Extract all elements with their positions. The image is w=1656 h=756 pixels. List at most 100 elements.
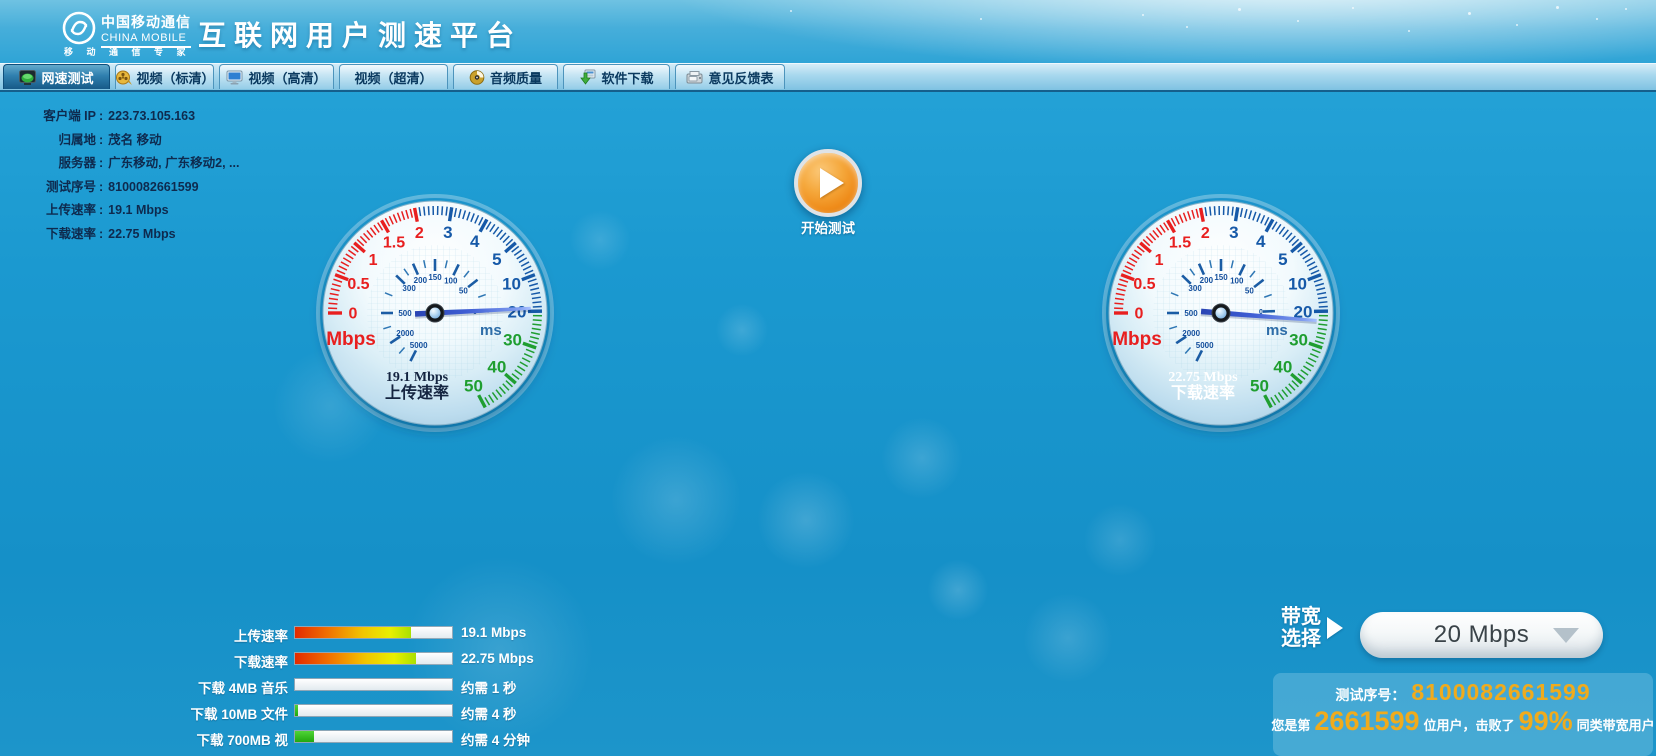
tab-audio-quality[interactable]: 音频质量: [453, 64, 558, 89]
progress-fill: [295, 653, 416, 664]
gauge-mbps-tick-label: 2: [415, 225, 424, 242]
logo-slogan: 移动通信专家: [64, 45, 199, 58]
progress-bar: [294, 652, 453, 665]
gauge-ms-tick-label: 5000: [1196, 341, 1214, 350]
info-colon: :: [96, 109, 108, 123]
sparkle-dot: [1352, 7, 1354, 9]
gauge-ms-tick-label: 500: [398, 309, 412, 318]
sparkle-dot: [980, 18, 982, 20]
page-title: 互联网用户测速平台: [198, 14, 522, 54]
progress-value: 19.1 Mbps: [461, 625, 526, 640]
gauge-mbps-tick-label: 50: [464, 376, 483, 395]
gauge-mbps-tick-label: 4: [470, 232, 480, 251]
tab-label: 视频（超清）: [354, 68, 432, 87]
rank-middle: 位用户，击败了: [1424, 715, 1515, 734]
gauge-ms-unit-label: ms: [480, 322, 502, 339]
feedback-icon: [686, 70, 703, 85]
progress-row: 上传速率 19.1 Mbps: [0, 623, 620, 643]
tab-label: 意见反馈表: [708, 68, 773, 87]
tab-video-hd[interactable]: 视频（高清）: [219, 64, 334, 89]
gauge-mbps-tick-label: 0: [349, 306, 358, 323]
progress-label: 上传速率: [0, 625, 288, 645]
gauge-mbps-tick-label: 1: [1155, 252, 1164, 269]
gauge-mbps-tick-label: 0: [1135, 306, 1144, 323]
gauge-mbps-tick-label: 4: [1256, 232, 1266, 251]
gauge-mbps-tick-label: 30: [503, 331, 522, 350]
gauge-ms-tick-label: 100: [444, 276, 458, 285]
gauge-mbps-tick-label: 5: [1278, 250, 1287, 269]
sparkle-dot: [1468, 12, 1471, 15]
client-info-panel: 客户端 IP:223.73.105.163归属地:茂名 移动服务器:广东移动, …: [10, 105, 239, 247]
logo-text: 中国移动通信 CHINA MOBILE: [101, 12, 191, 48]
gauge-unit-label: Mbps: [1112, 329, 1162, 350]
gauge-ms-tick-label: 300: [402, 284, 416, 293]
bandwidth-label-line1: 带宽: [1281, 606, 1321, 628]
progress-value: 约需 4 分钟: [461, 729, 530, 749]
gauge-mbps-tick-label: 40: [1273, 358, 1292, 377]
bokeh-circle: [1084, 504, 1156, 576]
info-row: 归属地:茂名 移动: [10, 129, 239, 148]
gauge-ms-tick-label: 2000: [396, 329, 414, 338]
gauge-unit-label: Mbps: [326, 329, 376, 350]
info-colon: :: [96, 203, 108, 217]
serial-value: 8100082661599: [1411, 679, 1590, 706]
bandwidth-select[interactable]: 20 Mbps: [1360, 612, 1603, 658]
sparkle-dot: [1556, 6, 1559, 9]
tab-bar: 网速测试 视频（标清）视频（高清） 视频（超清） 音频质量 软件下载 意见反馈表: [0, 63, 1656, 92]
gauge-caption: 上传速率: [385, 383, 449, 402]
rank-prefix: 您是第: [1271, 715, 1310, 734]
progress-value: 22.75 Mbps: [461, 651, 534, 666]
progress-bar: [294, 730, 453, 743]
speed-test-page: 中国移动通信 CHINA MOBILE 移动通信专家 互联网用户测速平台 网速测…: [0, 0, 1656, 756]
start-test-button[interactable]: [794, 149, 862, 217]
bandwidth-arrow-icon: [1327, 617, 1343, 639]
info-value: 8100082661599: [108, 180, 198, 194]
bokeh-circle: [612, 436, 740, 564]
monitor-icon: [226, 70, 243, 85]
tab-label: 软件下载: [601, 68, 653, 87]
gauge-caption: 下载速率: [1171, 383, 1235, 402]
progress-fill: [295, 705, 298, 716]
tab-video-sd[interactable]: 视频（标清）: [115, 64, 214, 89]
progress-row: 下载 700MB 视约需 4 分钟: [0, 727, 620, 747]
progress-bar: [294, 678, 453, 691]
tab-software-download[interactable]: 软件下载: [563, 64, 670, 89]
gauge-mbps-tick-label: 30: [1289, 331, 1308, 350]
progress-label: 下载 10MB 文件: [0, 703, 288, 723]
gauge-mbps-tick-label: 1.5: [1169, 235, 1191, 252]
info-label: 归属地: [10, 129, 96, 148]
gauge-mbps-tick-label: 40: [487, 358, 506, 377]
bokeh-circle: [1024, 594, 1112, 682]
info-label: 服务器: [10, 152, 96, 171]
tab-speed-test[interactable]: 网速测试: [3, 64, 110, 89]
progress-label: 下载 4MB 音乐: [0, 677, 288, 697]
tab-feedback[interactable]: 意见反馈表: [675, 64, 785, 89]
sparkle-dot: [1238, 8, 1241, 11]
bokeh-circle: [882, 418, 962, 498]
tab-label: 视频（标清）: [137, 68, 215, 87]
gauge-mbps-tick-label: 1: [369, 252, 378, 269]
gauge-mbps-tick-label: 3: [443, 223, 452, 242]
audio-icon: [469, 70, 485, 85]
gauge-ms-tick-label: 2000: [1182, 329, 1200, 338]
progress-value: 约需 1 秒: [461, 677, 517, 697]
info-row: 服务器:广东移动, 广东移动2, ...: [10, 152, 239, 171]
gauge-mbps-tick-label: 1.5: [383, 235, 405, 252]
info-value: 22.75 Mbps: [108, 227, 175, 241]
progress-row: 下载速率22.75 Mbps: [0, 649, 620, 669]
progress-bar: [294, 626, 453, 639]
progress-row: 下载 10MB 文件约需 4 秒: [0, 701, 620, 721]
gauge-mbps-tick-label: 2: [1201, 225, 1210, 242]
info-colon: :: [96, 180, 108, 194]
tab-video-uhd[interactable]: 视频（超清）: [339, 64, 448, 89]
upload-gauge: 00.511.523451020304050Mbps05010015020030…: [305, 183, 565, 443]
chevron-down-icon: [1553, 628, 1579, 643]
progress-fill: [295, 627, 411, 638]
bandwidth-label: 带宽 选择: [1281, 606, 1321, 650]
bokeh-circle: [758, 472, 854, 568]
download-icon: [579, 69, 596, 85]
info-label: 客户端 IP: [10, 105, 96, 124]
download-gauge: 00.511.523451020304050Mbps05010015020030…: [1091, 183, 1351, 443]
info-label: 上传速率: [10, 199, 96, 218]
tab-label: 音频质量: [490, 68, 542, 87]
